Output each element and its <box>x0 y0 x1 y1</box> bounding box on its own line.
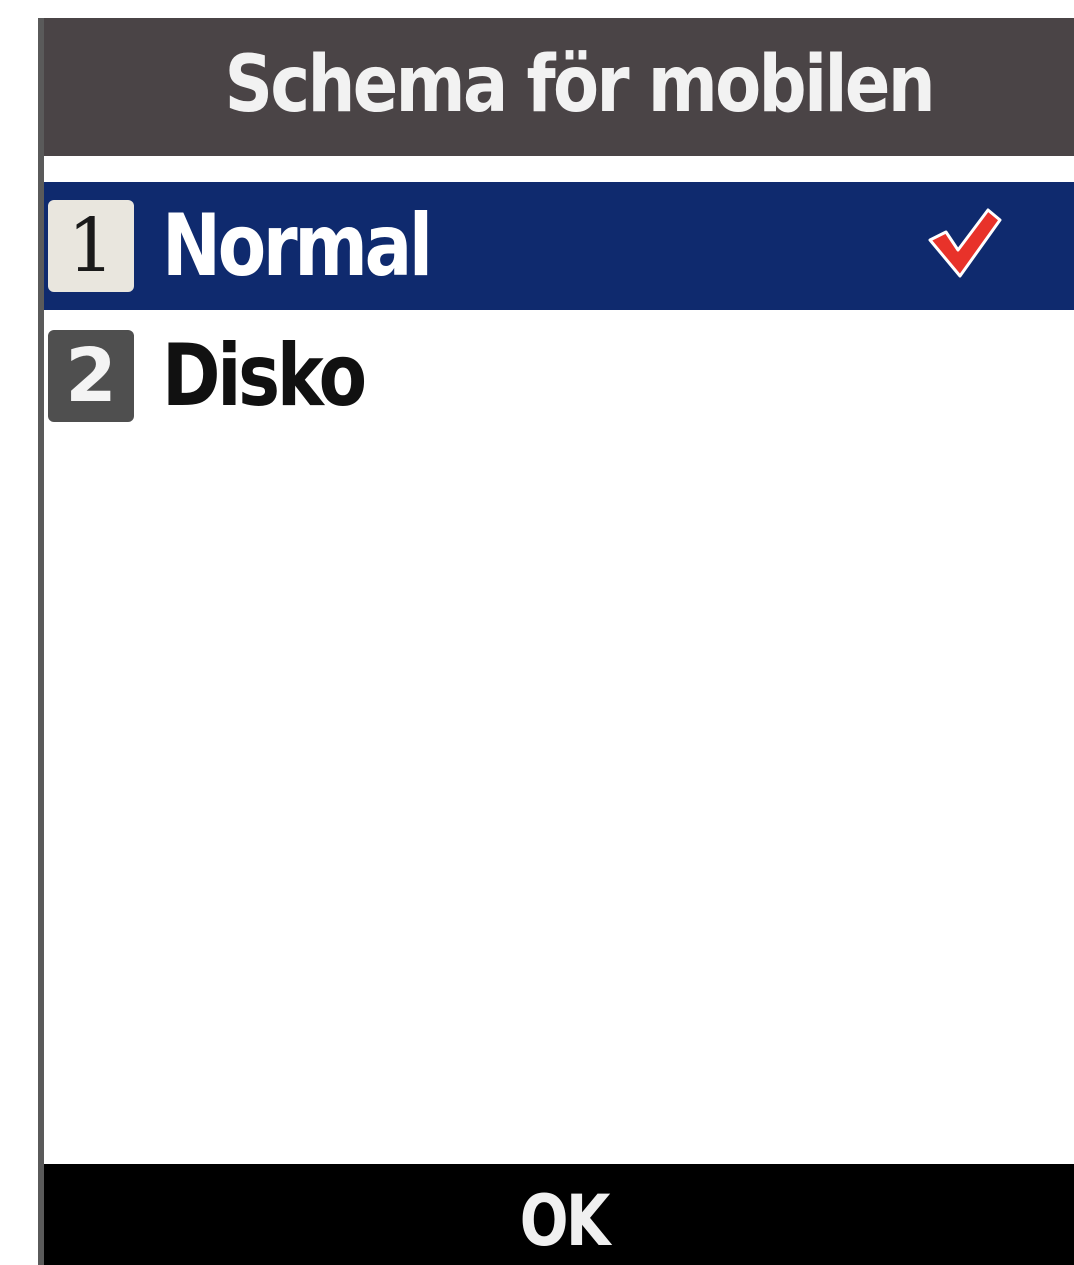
item-number-badge: 1 <box>48 200 134 292</box>
screen-title: Schema för mobilen <box>224 40 936 130</box>
title-bar: Schema för mobilen <box>44 18 1074 156</box>
list-item-disko[interactable]: 2 Disko <box>44 310 1074 442</box>
phone-screen: Schema för mobilen 1 Normal 2 Disko OK <box>0 0 1074 1265</box>
item-label: Normal <box>162 196 433 296</box>
list-item-normal[interactable]: 1 Normal <box>44 182 1074 310</box>
item-label: Disko <box>162 326 367 426</box>
softkey-bar: OK <box>44 1164 1074 1265</box>
profile-list: 1 Normal 2 Disko <box>44 156 1074 442</box>
checkmark-icon <box>928 208 1002 278</box>
ok-softkey[interactable]: OK <box>520 1180 611 1262</box>
item-number-badge: 2 <box>48 330 134 422</box>
